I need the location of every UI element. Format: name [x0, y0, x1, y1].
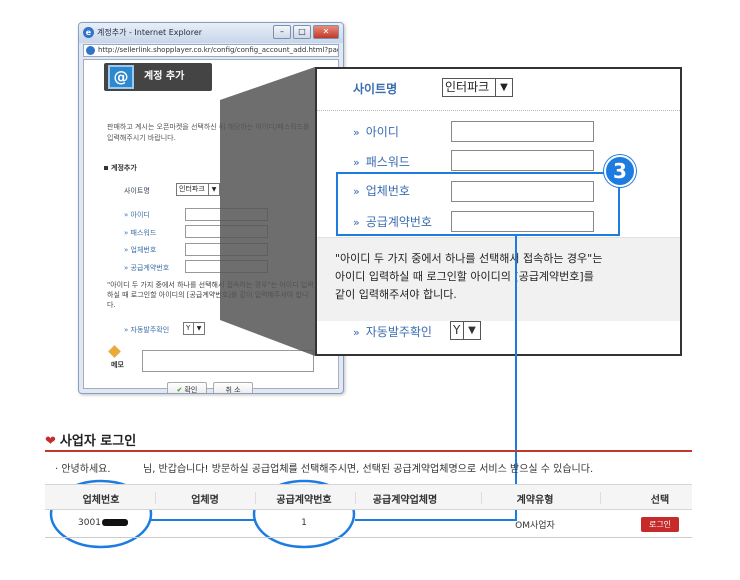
- col-select: 선택: [650, 495, 670, 506]
- raquo-icon: »: [353, 156, 360, 169]
- cell-business-number: 3001: [78, 518, 128, 528]
- chevron-down-icon: ▼: [495, 79, 512, 96]
- highlight-box: [336, 172, 620, 236]
- cell-contract-type: OM사업자: [515, 521, 555, 531]
- cell-supply-contract-number: 1: [301, 518, 307, 528]
- callout-auto-order-label-text: 자동발주확인: [365, 325, 432, 339]
- callout-password-input[interactable]: [451, 150, 594, 171]
- callout-site-select[interactable]: 인터파크 ▼: [442, 78, 513, 97]
- col-supply-contract-number: 공급계약번호: [276, 495, 332, 506]
- callout-id-input[interactable]: [451, 121, 594, 142]
- chevron-down-icon: ▼: [463, 322, 480, 339]
- business-login-title-text: 사업자 로그인: [59, 434, 137, 449]
- column-separator: [355, 492, 356, 504]
- greeting-username: [120, 460, 144, 470]
- column-separator: [255, 492, 256, 504]
- raquo-icon: »: [353, 326, 360, 339]
- login-button[interactable]: 로그인: [641, 517, 679, 532]
- callout-note-line2: 아이디 입력하실 때 로그인할 아이디의 [공급계약번호]를: [335, 270, 594, 283]
- column-separator: [155, 492, 156, 504]
- heart-check-icon: ❤: [45, 434, 56, 449]
- col-company-name: 업체명: [191, 495, 219, 506]
- callout-header: 사이트명 인터파크 ▼: [317, 69, 680, 111]
- title-divider: [45, 450, 692, 452]
- callout-auto-order-value: Y: [453, 323, 461, 337]
- callout-password-label-text: 패스워드: [365, 155, 410, 169]
- zoom-projection-shape: [220, 67, 315, 356]
- raquo-icon: »: [353, 126, 360, 139]
- business-login-title: ❤ 사업자 로그인: [45, 430, 136, 449]
- callout-note-line3: 같이 입력해주셔야 합니다.: [335, 288, 457, 301]
- callout-site-select-value: 인터파크: [445, 80, 490, 94]
- callout-password-label: » 패스워드: [353, 153, 410, 170]
- table-header: 업체번호 업체명 공급계약번호 공급계약업체명 계약유형 선택: [45, 484, 692, 510]
- column-separator: [600, 492, 601, 504]
- step-badge: 3: [604, 155, 636, 187]
- col-contract-type: 계약유형: [516, 495, 554, 506]
- callout-note: "아이디 두 가지 중에서 하나를 선택해서 접속하는 경우"는 아이디 입력하…: [317, 237, 680, 321]
- redacted-mask: [101, 519, 128, 526]
- callout-site-name-label: 사이트명: [353, 82, 398, 96]
- col-supply-contract-company: 공급계약업체명: [372, 495, 438, 506]
- callout-auto-order-select[interactable]: Y ▼: [450, 321, 481, 340]
- table-row: 3001 1 OM사업자 로그인: [45, 510, 692, 538]
- callout-note-line1: "아이디 두 가지 중에서 하나를 선택해서 접속하는 경우"는: [335, 252, 603, 265]
- greeting-text: · 안녕하세요.: [55, 464, 111, 475]
- callout-id-label: » 아이디: [353, 123, 399, 140]
- callout-id-label-text: 아이디: [365, 125, 399, 139]
- callout-auto-order-label: » 자동발주확인: [353, 323, 432, 340]
- column-separator: [481, 492, 482, 504]
- col-business-number: 업체번호: [82, 495, 120, 506]
- greeting-message: 님, 반갑습니다! 방문하실 공급업체를 선택해주시면, 선택된 공급계약업체명…: [143, 464, 594, 475]
- cell-business-number-text: 3001: [78, 518, 101, 528]
